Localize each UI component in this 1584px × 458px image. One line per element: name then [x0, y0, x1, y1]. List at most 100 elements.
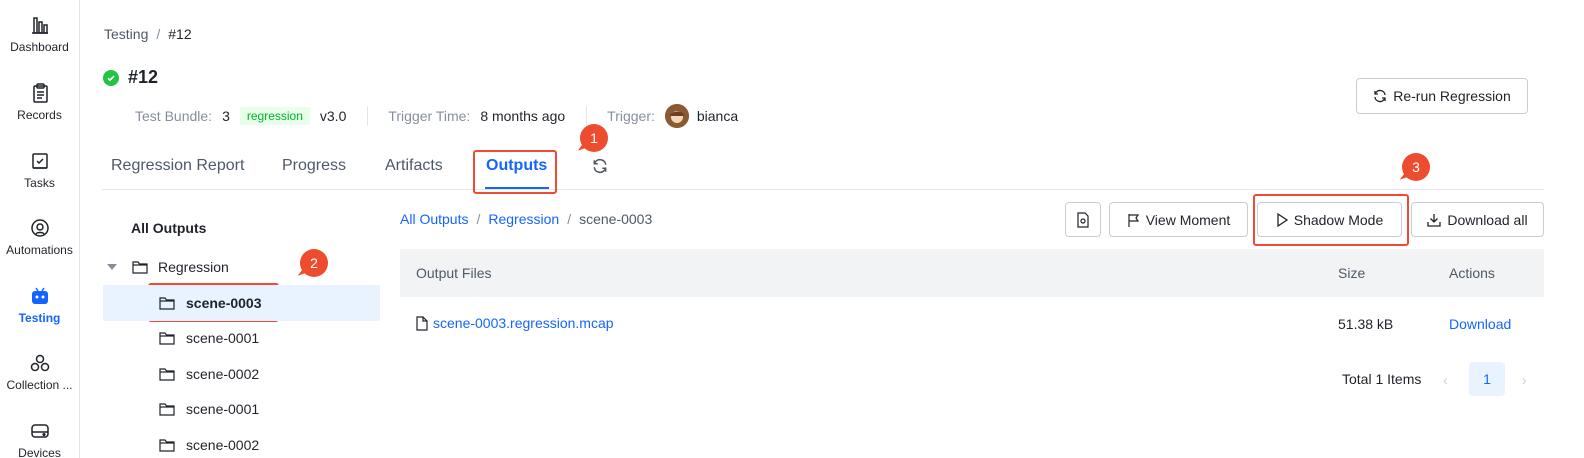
device-icon: [30, 424, 49, 438]
sidebar-item-label: Collection ...: [6, 378, 73, 392]
download-all-button[interactable]: Download all: [1411, 202, 1544, 237]
tree-label: scene-0001: [186, 330, 260, 346]
column-header-size: Size: [1338, 265, 1366, 281]
folder-icon: [159, 439, 175, 452]
caret-down-icon[interactable]: [107, 264, 117, 270]
output-file-link[interactable]: scene-0003.regression.mcap: [416, 315, 614, 331]
sidebar-item-label: Testing: [18, 311, 61, 325]
download-link[interactable]: Download: [1449, 316, 1511, 332]
success-check-icon: [103, 69, 119, 86]
tree-label: Regression: [158, 259, 229, 275]
tab-regression-report[interactable]: Regression Report: [111, 157, 244, 175]
tree-label: scene-0002: [186, 366, 260, 382]
breadcrumb-separator: /: [156, 26, 161, 42]
refresh-icon[interactable]: [592, 158, 608, 179]
breadcrumb-current: #12: [168, 26, 192, 42]
output-file-size: 51.38 kB: [1338, 316, 1394, 332]
chevron-left-icon[interactable]: ‹: [1443, 372, 1448, 388]
robot-test-icon: [31, 287, 48, 304]
rerun-regression-button[interactable]: Re-run Regression: [1356, 78, 1528, 114]
refresh-icon: [1374, 89, 1386, 103]
breadcrumb-separator: /: [567, 211, 572, 227]
test-bundle-label: Test Bundle:: [135, 108, 213, 124]
rerun-label: Re-run Regression: [1393, 88, 1511, 104]
outputs-breadcrumb: All Outputs / Regression / scene-0003: [400, 211, 652, 227]
sidebar-item-testing[interactable]: Testing: [0, 285, 79, 325]
sidebar-item-label: Devices: [18, 446, 61, 458]
trigger-time-value: 8 months ago: [480, 108, 566, 124]
trigger-label: Trigger:: [607, 108, 655, 124]
file-icon: [416, 315, 428, 331]
file-settings-button[interactable]: [1065, 202, 1101, 237]
column-header-files: Output Files: [416, 265, 492, 281]
breadcrumb-root[interactable]: Testing: [104, 26, 148, 42]
view-moment-label: View Moment: [1145, 211, 1231, 228]
trigger-user: bianca: [696, 108, 739, 124]
folder-icon: [159, 297, 175, 310]
tree-item-scene[interactable]: scene-0003: [103, 285, 380, 321]
folder-icon: [159, 332, 175, 345]
sidebar: Dashboard Records Tasks Automations Test…: [0, 0, 80, 458]
sidebar-item-label: Records: [17, 108, 62, 122]
sidebar-item-dashboard[interactable]: Dashboard: [0, 14, 79, 54]
tree-label: scene-0003: [186, 295, 262, 311]
output-file-name: scene-0003.regression.mcap: [433, 315, 614, 331]
shadow-mode-label: Shadow Mode: [1293, 211, 1384, 228]
trigger-time-label: Trigger Time:: [388, 108, 471, 124]
pagination-total: Total 1 Items: [1342, 371, 1422, 387]
test-bundle-value: 3: [222, 108, 230, 124]
table-row: scene-0003.regression.mcap 51.38 kB Down…: [400, 297, 1544, 349]
tab-progress[interactable]: Progress: [282, 157, 346, 175]
tree-label: scene-0002: [186, 437, 260, 453]
sidebar-item-label: Dashboard: [10, 40, 69, 54]
clipboard-icon: [32, 83, 48, 103]
collection-icon: [30, 354, 49, 372]
shadow-mode-button[interactable]: Shadow Mode: [1257, 202, 1402, 237]
breadcrumb-all-outputs[interactable]: All Outputs: [400, 211, 468, 227]
pagination-current-page[interactable]: 1: [1469, 362, 1505, 396]
file-settings-icon: [1077, 211, 1089, 228]
tree-item-scene[interactable]: scene-0002: [103, 356, 380, 392]
download-all-label: Download all: [1447, 211, 1528, 228]
sidebar-item-records[interactable]: Records: [0, 82, 79, 122]
task-check-icon: [31, 153, 48, 169]
avatar: [664, 104, 689, 128]
folder-icon: [159, 403, 175, 416]
breadcrumb-current: scene-0003: [579, 211, 653, 227]
flag-icon: [1128, 213, 1139, 227]
sidebar-item-collection[interactable]: Collection ...: [0, 352, 79, 392]
sidebar-item-label: Tasks: [24, 176, 55, 190]
step-marker-1: 1: [574, 124, 608, 152]
divider: [367, 106, 369, 126]
play-icon: [1277, 212, 1288, 227]
breadcrumb-separator: /: [476, 211, 481, 227]
folder-icon: [132, 261, 148, 274]
page-title: #12: [128, 67, 159, 87]
run-meta: Test Bundle: 3 regression v3.0 Trigger T…: [135, 103, 738, 129]
page-header: #12: [103, 67, 158, 88]
tree-item-scene[interactable]: scene-0002: [103, 427, 380, 458]
step-marker-3: 3: [1396, 153, 1430, 181]
column-header-actions: Actions: [1449, 265, 1495, 281]
table-header: Output Files Size Actions: [400, 249, 1544, 297]
bundle-version: v3.0: [319, 108, 347, 124]
tab-artifacts[interactable]: Artifacts: [385, 157, 443, 175]
tree-label: scene-0001: [186, 401, 260, 417]
sidebar-item-tasks[interactable]: Tasks: [0, 150, 79, 190]
folder-icon: [159, 368, 175, 381]
tab-bar: Regression Report Progress Artifacts Out…: [102, 146, 1544, 190]
breadcrumb: Testing / #12: [104, 26, 192, 42]
sidebar-item-label: Automations: [6, 243, 73, 257]
tree-folder-regression[interactable]: Regression: [103, 249, 380, 285]
sidebar-item-devices[interactable]: Devices: [0, 420, 79, 458]
sidebar-item-automations[interactable]: Automations: [0, 217, 79, 257]
divider: [586, 106, 588, 126]
bar-chart-icon: [31, 17, 48, 34]
view-moment-button[interactable]: View Moment: [1109, 202, 1248, 237]
breadcrumb-regression[interactable]: Regression: [488, 211, 559, 227]
tree-title[interactable]: All Outputs: [131, 220, 206, 236]
tree-item-scene[interactable]: scene-0001: [103, 391, 380, 427]
automation-icon: [30, 219, 49, 237]
tree-item-scene[interactable]: scene-0001: [103, 320, 380, 356]
chevron-right-icon[interactable]: ›: [1522, 372, 1527, 388]
